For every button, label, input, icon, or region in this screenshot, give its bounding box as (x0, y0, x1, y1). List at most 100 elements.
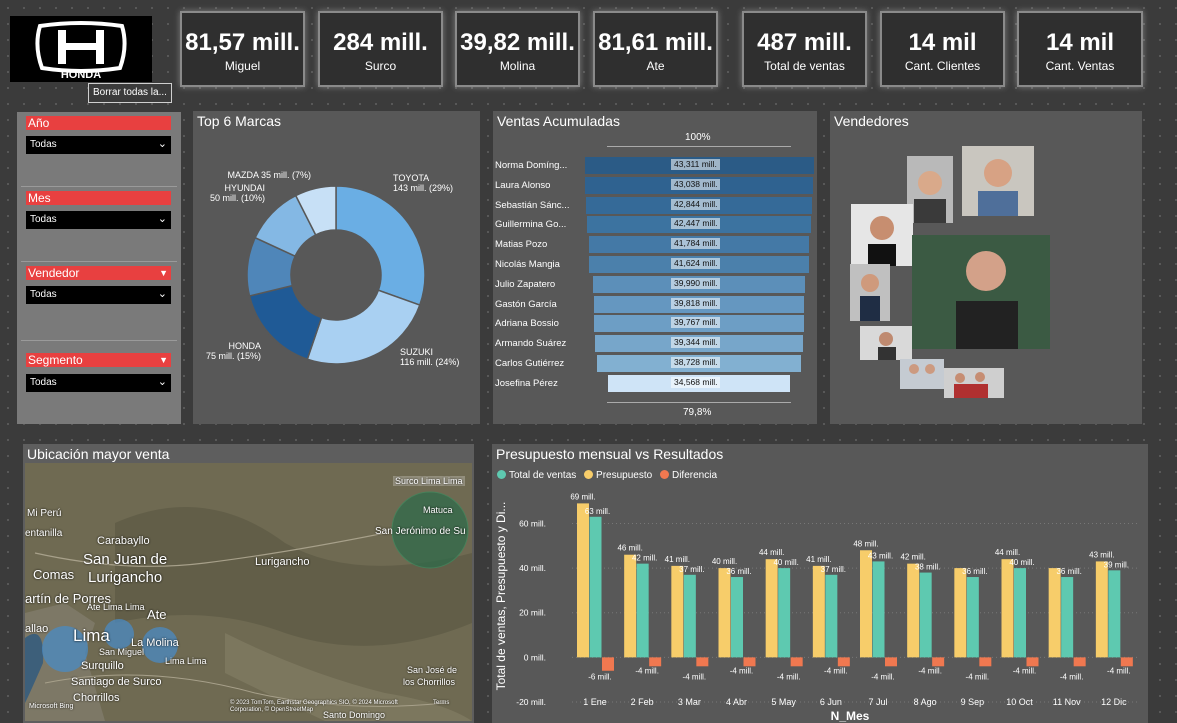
bar[interactable] (577, 503, 589, 658)
funnel-bar-value: 42,844 mill. (671, 198, 721, 210)
photo-7[interactable] (900, 359, 944, 389)
bar[interactable] (671, 565, 684, 658)
bar[interactable] (624, 554, 637, 658)
clear-filters-button[interactable]: Borrar todas la... (88, 83, 172, 103)
data-label: 41 mill. (665, 555, 690, 564)
map-label: San José de (407, 665, 458, 675)
slicer-dropdown-vendedor[interactable]: Todas ⌄ (26, 286, 171, 304)
bar[interactable] (1108, 570, 1121, 658)
photo-2[interactable] (962, 146, 1034, 216)
x-tick-label: 12 Dic (1101, 697, 1127, 707)
photo-8[interactable] (944, 368, 1004, 398)
bar[interactable] (979, 657, 992, 667)
kpi-label: Miguel (224, 59, 261, 73)
slice-label-value: 50 mill. (10%) (210, 193, 265, 203)
map-label: San Jerónimo de Su (375, 526, 466, 537)
photo-3[interactable] (851, 204, 913, 266)
kpi-value: 487 mill. (757, 29, 852, 56)
y-tick-label: 20 mill. (519, 608, 546, 618)
bar[interactable] (743, 657, 756, 667)
map-label: San Juan de (83, 551, 168, 568)
data-label: 46 mill. (617, 544, 642, 553)
kpi-value: 81,57 mill. (185, 29, 300, 56)
bar[interactable] (683, 574, 696, 658)
bar[interactable] (636, 563, 649, 658)
funnel-row[interactable]: Nicolás Mangia 41,624 mill. (493, 255, 813, 275)
bar[interactable] (860, 550, 872, 658)
slicer-dropdown-mes[interactable]: Todas ⌄ (26, 211, 171, 229)
x-tick-label: 7 Jul (868, 697, 887, 707)
funnel-bar-value: 39,767 mill. (671, 317, 721, 329)
kpi-label: Total de ventas (764, 59, 845, 73)
slice-label-value: 143 mill. (29%) (393, 183, 453, 193)
bar[interactable] (872, 561, 885, 658)
funnel-row[interactable]: Julio Zapatero 39,990 mill. (493, 275, 813, 295)
funnel-row[interactable]: Matias Pozo 41,784 mill. (493, 235, 813, 255)
slicer-dropdown-ano[interactable]: Todas ⌄ (26, 136, 171, 154)
funnel-row[interactable]: Sebastián Sánc... 42,844 mill. (493, 196, 813, 216)
bar[interactable] (825, 574, 838, 658)
map-label: entanilla (25, 528, 63, 539)
data-label: -4 mill. (871, 672, 895, 681)
bar[interactable] (932, 657, 945, 667)
funnel-bar-value: 34,568 mill. (671, 376, 721, 388)
slicer-label-ano: Año (26, 116, 171, 130)
bar[interactable] (731, 577, 743, 658)
bar[interactable] (812, 565, 825, 658)
kpi-label: Molina (499, 59, 536, 73)
bar[interactable] (778, 568, 791, 658)
panel-title: Ubicación mayor venta (27, 446, 170, 462)
photo-5[interactable] (850, 264, 890, 321)
funnel-row[interactable]: Gastón García 39,818 mill. (493, 295, 813, 315)
bar[interactable] (885, 657, 897, 667)
funnel-row[interactable]: Josefina Pérez 34,568 mill. (493, 374, 813, 394)
kpi-label: Cant. Clientes (904, 59, 981, 73)
bar[interactable] (765, 559, 778, 658)
donut-slice[interactable] (335, 185, 426, 307)
bar[interactable] (966, 577, 979, 658)
bar[interactable] (1014, 568, 1026, 658)
funnel-bar-value: 41,784 mill. (671, 238, 721, 250)
kpi-value: 81,61 mill. (598, 29, 713, 56)
funnel-row[interactable]: Armando Suárez 39,344 mill. (493, 334, 813, 354)
bar[interactable] (1026, 657, 1039, 667)
slicer-dropdown-segmento[interactable]: Todas ⌄ (26, 374, 171, 392)
map-view[interactable]: Surco Lima Lima Matuca San Jerónimo de S… (25, 463, 472, 721)
bar[interactable] (696, 657, 709, 667)
bar[interactable] (602, 657, 614, 671)
bar[interactable] (1120, 657, 1133, 667)
data-label: -4 mill. (730, 666, 754, 675)
bar[interactable] (1048, 568, 1061, 658)
chevron-down-icon: ⌄ (157, 213, 167, 225)
x-tick-label: 10 Oct (1006, 697, 1033, 707)
funnel-row-name: Matias Pozo (495, 239, 548, 251)
bar[interactable] (1095, 561, 1108, 658)
bar[interactable] (1061, 577, 1074, 658)
funnel-row[interactable]: Norma Domíng... 43,311 mill. (493, 156, 814, 176)
bar[interactable] (954, 568, 967, 658)
bar[interactable] (790, 657, 803, 667)
bar[interactable] (589, 516, 602, 658)
bar[interactable] (1073, 657, 1086, 667)
kpi-label: Ate (646, 59, 665, 73)
bar[interactable] (919, 572, 932, 658)
funnel-row[interactable]: Carlos Gutiérrez 38,728 mill. (493, 354, 813, 374)
map-label: Matuca (423, 505, 453, 515)
bar[interactable] (907, 563, 920, 658)
funnel-row[interactable]: Laura Alonso 43,038 mill. (493, 176, 813, 196)
photo-4[interactable] (912, 235, 1050, 349)
funnel-bar-value: 39,818 mill. (671, 297, 721, 309)
data-label: 37 mill. (679, 565, 704, 574)
bar[interactable] (649, 657, 662, 667)
divider (607, 402, 791, 403)
funnel-row[interactable]: Guillermina Go... 42,447 mill. (493, 215, 813, 235)
photo-6[interactable] (860, 326, 912, 360)
photo-1[interactable] (907, 156, 953, 223)
map-label: Comas (33, 567, 75, 582)
map-terms-link[interactable]: Terms (433, 700, 449, 706)
funnel-bar-value: 39,990 mill. (671, 277, 721, 289)
bar[interactable] (837, 657, 850, 667)
funnel-row[interactable]: Adriana Bossio 39,767 mill. (493, 314, 813, 334)
bar[interactable] (718, 568, 731, 658)
bar[interactable] (1001, 559, 1014, 658)
